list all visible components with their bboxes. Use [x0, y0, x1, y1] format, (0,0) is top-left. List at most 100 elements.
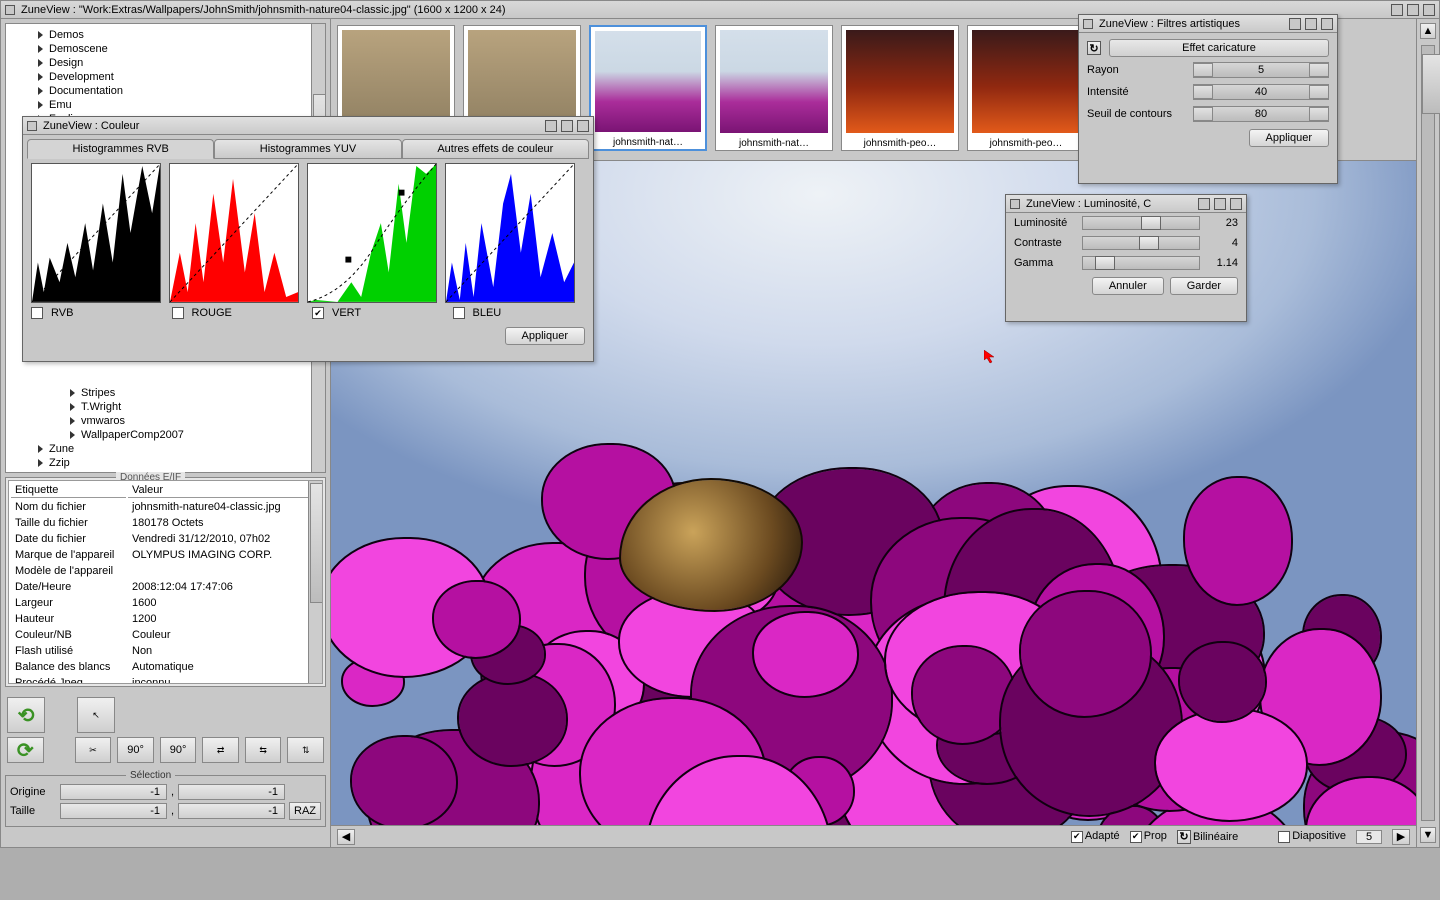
tab-other-effects[interactable]: Autres effets de couleur — [402, 139, 589, 159]
tab-histogram-rgb[interactable]: Histogrammes RVB — [27, 139, 214, 159]
effect-cycle[interactable]: ↻ — [1087, 41, 1101, 55]
depth-icon[interactable] — [1321, 18, 1333, 30]
histogram-blue[interactable] — [445, 163, 575, 303]
histogram-red[interactable] — [169, 163, 299, 303]
fit-toggle[interactable]: ✔Adapté — [1071, 830, 1120, 842]
depth-icon[interactable] — [577, 120, 589, 132]
brightness-window[interactable]: ZuneView : Luminosité, C Luminosité23Con… — [1005, 194, 1247, 322]
histogram-row — [23, 163, 593, 303]
thumbnail-label: johnsmith-nat… — [591, 136, 705, 149]
iconify-icon[interactable] — [1198, 198, 1210, 210]
slider-knob[interactable] — [1139, 236, 1159, 250]
prev-button[interactable]: ◀ — [337, 829, 355, 845]
brightness-cancel-button[interactable]: Annuler — [1092, 277, 1164, 295]
raz-button[interactable]: RAZ — [289, 802, 321, 820]
slider[interactable] — [1082, 256, 1200, 270]
redo-button[interactable]: ⟳ — [7, 737, 44, 763]
tree-item[interactable]: WallpaperComp2007 — [26, 428, 321, 442]
flip-h2-button[interactable]: ⇆ — [245, 737, 282, 763]
thumb-vscroll[interactable] — [1421, 45, 1435, 821]
undo-button[interactable]: ⟲ — [7, 697, 45, 733]
iconify-icon[interactable] — [1289, 18, 1301, 30]
histogram-rvb[interactable] — [31, 163, 161, 303]
exif-value: Automatique — [128, 660, 320, 674]
scroll-up-button[interactable]: ▲ — [1420, 23, 1436, 39]
depth-icon[interactable] — [1230, 198, 1242, 210]
slider[interactable] — [1082, 236, 1200, 250]
iconify-icon[interactable] — [1391, 4, 1403, 16]
tree-item[interactable]: Design — [10, 56, 321, 70]
zoom-icon[interactable] — [1214, 198, 1226, 210]
rotate-right-button[interactable]: 90° — [160, 737, 197, 763]
color-apply-button[interactable]: Appliquer — [505, 327, 585, 345]
check-rouge[interactable] — [172, 307, 184, 319]
tab-histogram-yuv[interactable]: Histogrammes YUV — [214, 139, 401, 159]
iconify-icon[interactable] — [545, 120, 557, 132]
spin-input[interactable]: 5 — [1193, 62, 1329, 78]
decorative-flower — [352, 737, 456, 825]
tree-item[interactable]: Documentation — [10, 84, 321, 98]
close-icon[interactable] — [1010, 199, 1020, 209]
crop-button[interactable]: ✂ — [75, 737, 112, 763]
zoom-icon[interactable] — [1305, 18, 1317, 30]
scrollbar-thumb[interactable] — [1422, 54, 1440, 114]
size-h-input[interactable]: -1 — [178, 803, 285, 819]
color-window[interactable]: ZuneView : Couleur Histogrammes RVB Hist… — [22, 116, 594, 362]
check-vert[interactable]: ✔ — [312, 307, 324, 319]
exif-scrollbar[interactable] — [308, 481, 322, 683]
tree-item[interactable]: Emu — [10, 98, 321, 112]
thumbnail[interactable]: johnsmith-peo… — [967, 25, 1085, 151]
filters-titlebar[interactable]: ZuneView : Filtres artistiques — [1079, 15, 1337, 33]
histogram-green[interactable] — [307, 163, 437, 303]
tree-label: Documentation — [49, 85, 123, 97]
next-button[interactable]: ▶ — [1392, 829, 1410, 845]
flip-v-button[interactable]: ⇅ — [287, 737, 324, 763]
tree-item[interactable]: Development — [10, 70, 321, 84]
filter-cycle[interactable]: ↻Bilinéaire — [1177, 830, 1238, 844]
effect-name[interactable]: Effet caricature — [1109, 39, 1329, 57]
prop-toggle[interactable]: ✔Prop — [1130, 830, 1167, 842]
filters-window[interactable]: ZuneView : Filtres artistiques ↻ Effet c… — [1078, 14, 1338, 184]
thumbnail[interactable]: johnsmith-nat… — [589, 25, 707, 151]
scroll-down-button[interactable]: ▼ — [1420, 827, 1436, 843]
spin-input[interactable]: 80 — [1193, 106, 1329, 122]
close-icon[interactable] — [1083, 19, 1093, 29]
tree-item[interactable]: T.Wright — [26, 400, 321, 414]
scrollbar-thumb[interactable] — [310, 483, 323, 603]
close-icon[interactable] — [5, 5, 15, 15]
close-icon[interactable] — [27, 121, 37, 131]
slider-knob[interactable] — [1141, 216, 1161, 230]
thumbnail[interactable]: johnsmith-peo… — [841, 25, 959, 151]
slider[interactable] — [1082, 216, 1200, 230]
slider-knob[interactable] — [1095, 256, 1115, 270]
flip-h-button[interactable]: ⇄ — [202, 737, 239, 763]
zoom-icon[interactable] — [1407, 4, 1419, 16]
size-w-input[interactable]: -1 — [60, 803, 167, 819]
tree-label: Demos — [49, 29, 84, 41]
tree-item[interactable]: Stripes — [26, 386, 321, 400]
slideshow-toggle[interactable]: Diapositive — [1278, 830, 1346, 842]
origin-x-input[interactable]: -1 — [60, 784, 167, 800]
tree-item[interactable]: Demos — [10, 28, 321, 42]
check-rvb[interactable] — [31, 307, 43, 319]
filters-apply-button[interactable]: Appliquer — [1249, 129, 1329, 147]
rotate-left-button[interactable]: 90° — [117, 737, 154, 763]
check-bleu[interactable] — [453, 307, 465, 319]
tree-item[interactable]: Zune — [10, 442, 321, 456]
tree-item[interactable]: vmwaros — [26, 414, 321, 428]
tree-item[interactable]: Zzip — [10, 456, 321, 470]
pointer-tool-button[interactable]: ↖ — [77, 697, 115, 733]
origin-y-input[interactable]: -1 — [178, 784, 285, 800]
slideshow-interval[interactable]: 5 — [1356, 830, 1382, 844]
tree-item[interactable]: Demoscene — [10, 42, 321, 56]
spin-label: Intensité — [1087, 86, 1187, 98]
brightness-keep-button[interactable]: Garder — [1170, 277, 1238, 295]
exif-row: Balance des blancsAutomatique — [11, 660, 320, 674]
zoom-icon[interactable] — [561, 120, 573, 132]
depth-icon[interactable] — [1423, 4, 1435, 16]
thumbnail[interactable]: johnsmith-nat… — [715, 25, 833, 151]
spin-input[interactable]: 40 — [1193, 84, 1329, 100]
exif-label: Hauteur — [11, 612, 126, 626]
color-titlebar[interactable]: ZuneView : Couleur — [23, 117, 593, 135]
brightness-titlebar[interactable]: ZuneView : Luminosité, C — [1006, 195, 1246, 213]
